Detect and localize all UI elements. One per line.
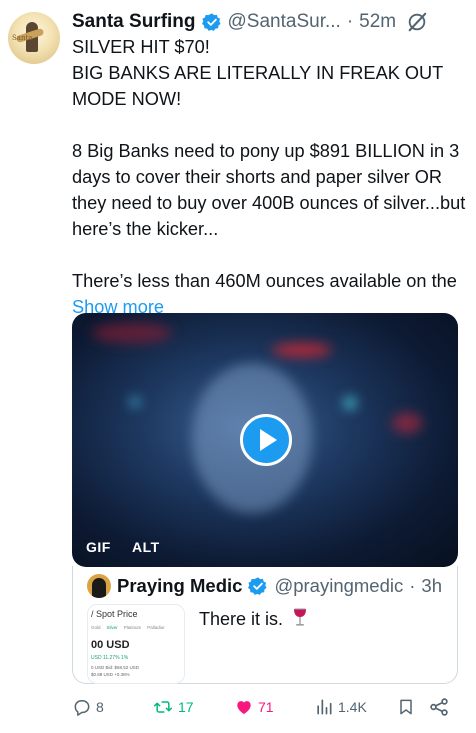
media-red-light xyxy=(392,413,422,433)
quote-text: There it is. xyxy=(199,608,308,630)
avatar-logo-text: Santa xyxy=(12,34,33,42)
tweet-paragraph-1: SILVER HIT $70! BIG BANKS ARE LITERALLY … xyxy=(72,37,443,109)
quote-handle[interactable]: @prayingmedic xyxy=(274,575,403,597)
verified-badge-icon[interactable] xyxy=(201,12,222,32)
tweet-header: Santa Surfing @SantaSur... · 52m xyxy=(72,8,472,36)
repost-count: 17 xyxy=(178,699,194,715)
thumb-meta-line-2: $0.88 USD +0.38% xyxy=(91,672,130,677)
play-icon xyxy=(260,429,277,451)
tweet-text: SILVER HIT $70! BIG BANKS ARE LITERALLY … xyxy=(72,34,468,320)
play-button[interactable] xyxy=(240,414,292,466)
verified-badge-icon[interactable] xyxy=(248,576,268,596)
media-red-light xyxy=(272,343,332,357)
share-icon xyxy=(430,698,448,716)
quote-timestamp[interactable]: 3h xyxy=(421,575,442,597)
thumb-tab-platinum: Platinum xyxy=(123,625,142,630)
gif-badge: GIF xyxy=(86,539,111,555)
reply-count: 8 xyxy=(96,699,104,715)
views-icon xyxy=(317,699,332,715)
heart-icon xyxy=(237,701,251,715)
quote-image-thumbnail[interactable]: / Spot Price Gold Silver Platinum Pallad… xyxy=(87,604,185,684)
author-avatar[interactable]: Santa xyxy=(8,12,60,64)
thumb-tab-gold: Gold xyxy=(91,625,101,630)
author-handle[interactable]: @SantaSur... xyxy=(228,11,341,33)
thumb-change: USD 11.27% 1% xyxy=(91,655,129,661)
alt-text-button[interactable]: ALT xyxy=(132,539,160,555)
author-display-name[interactable]: Santa Surfing xyxy=(72,11,196,33)
thumb-metal-tabs: Gold Silver Platinum Palladiur xyxy=(91,625,165,630)
quote-avatar[interactable] xyxy=(87,574,111,598)
views-button[interactable]: 1.4K xyxy=(314,694,367,720)
thumb-title: / Spot Price xyxy=(91,609,138,619)
quote-header: Praying Medic @prayingmedic · 3h xyxy=(87,574,442,598)
media-cyan-light xyxy=(344,397,356,409)
thumb-tab-silver: Silver xyxy=(106,625,118,630)
grok-icon[interactable] xyxy=(406,11,428,33)
bookmark-button[interactable] xyxy=(396,694,416,720)
like-button[interactable]: 71 xyxy=(234,694,274,720)
bookmark-icon xyxy=(400,699,412,715)
media-gif[interactable]: GIF ALT xyxy=(72,313,458,567)
media-red-light xyxy=(92,323,172,343)
thumb-meta-line-1: 0 USD Bid: $68.52 USD xyxy=(91,665,140,670)
media-cyan-light xyxy=(130,397,140,407)
quote-separator: · xyxy=(409,575,416,596)
header-separator: · xyxy=(346,11,354,32)
thumb-tab-palladium: Palladiur xyxy=(147,625,165,630)
tweet-paragraph-3-text: There’s less than 460M ounces available … xyxy=(72,271,457,291)
like-count: 71 xyxy=(258,699,274,715)
repost-icon xyxy=(153,701,173,713)
views-count: 1.4K xyxy=(338,699,367,715)
quote-text-content: There it is. xyxy=(199,609,284,629)
thumb-price: 00 USD xyxy=(91,639,130,651)
reply-icon xyxy=(74,700,90,716)
tweet-action-bar: 8 17 71 1.4K xyxy=(72,694,452,720)
share-button[interactable] xyxy=(428,694,450,720)
quote-display-name[interactable]: Praying Medic xyxy=(117,575,242,597)
quoted-tweet[interactable]: Praying Medic @prayingmedic · 3h / Spot … xyxy=(72,566,458,684)
repost-button[interactable]: 17 xyxy=(152,694,194,720)
tweet-paragraph-2: 8 Big Banks need to pony up $891 BILLION… xyxy=(72,141,466,239)
reply-button[interactable]: 8 xyxy=(72,694,104,720)
tweet-timestamp[interactable]: 52m xyxy=(359,11,396,33)
wine-glass-icon xyxy=(294,608,307,626)
